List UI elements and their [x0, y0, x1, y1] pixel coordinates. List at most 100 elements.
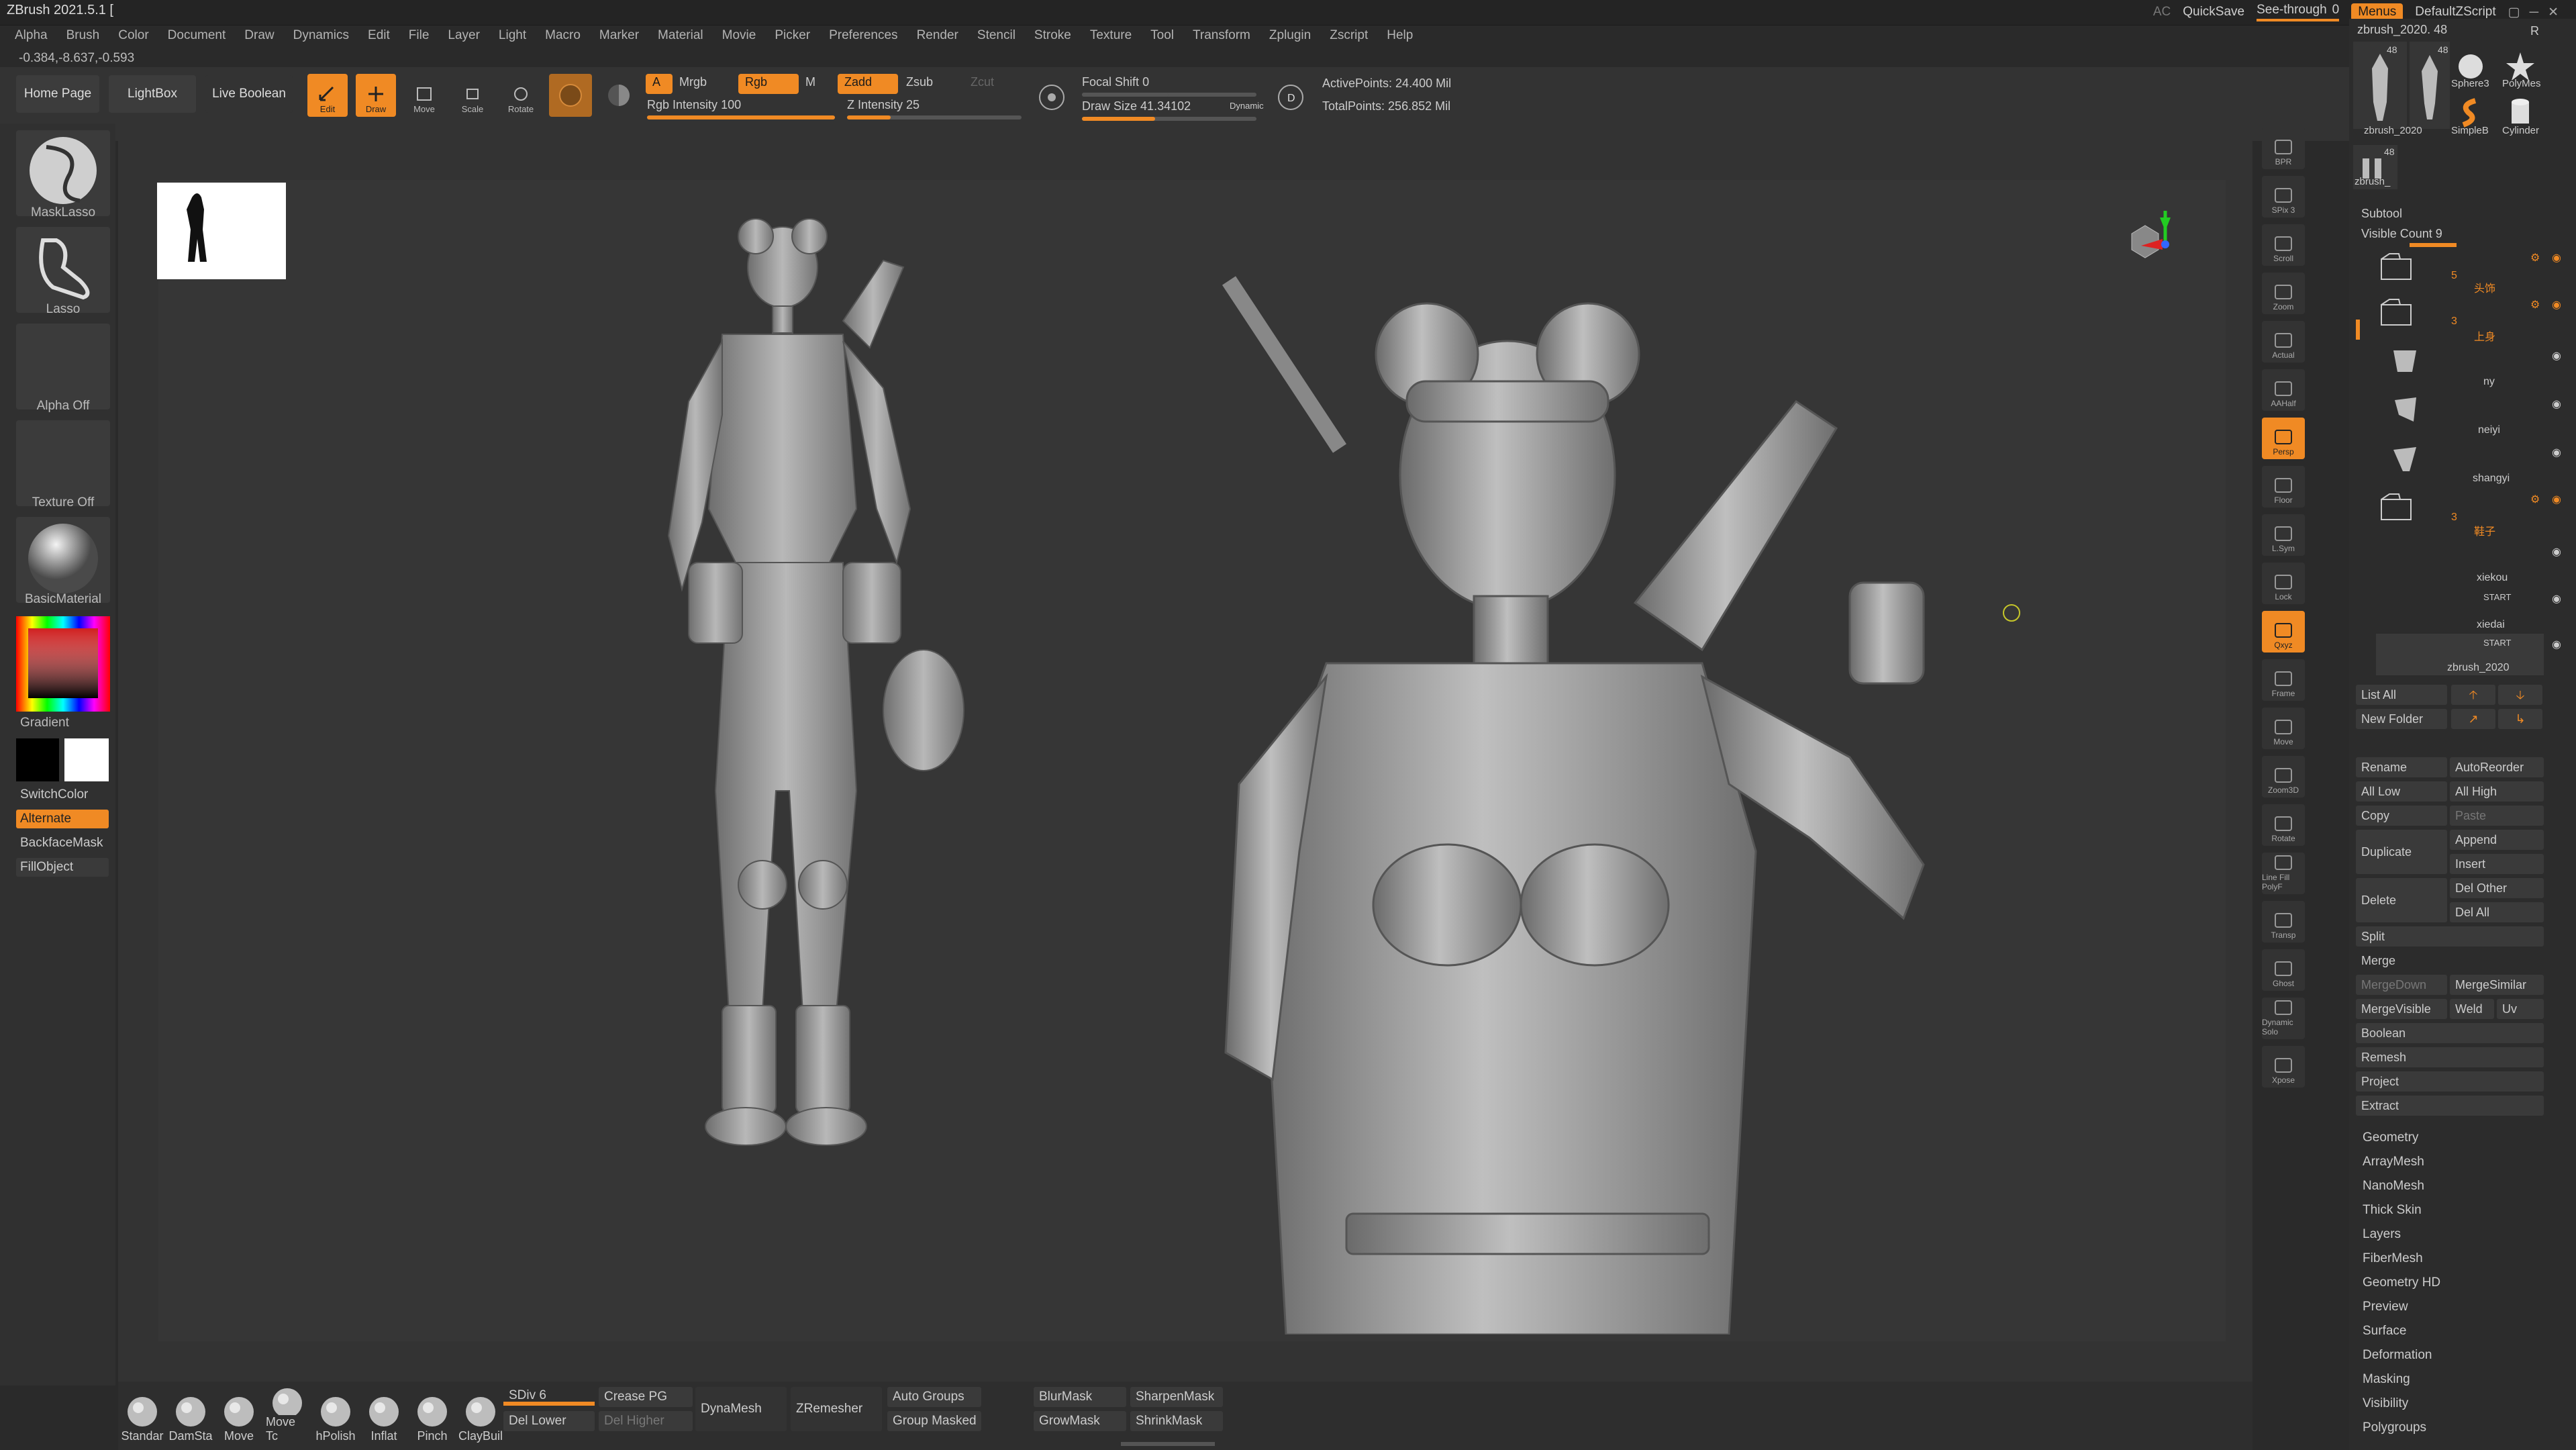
default-zscript-button[interactable]: DefaultZScript [2415, 5, 2495, 19]
navigator-thumbnail[interactable] [157, 183, 286, 279]
mergesimilar-button[interactable]: MergeSimilar [2450, 975, 2544, 995]
brush-hpolish[interactable]: hPolish [314, 1386, 357, 1443]
brush-standar[interactable]: Standar [121, 1386, 164, 1443]
auto-groups-button[interactable]: Auto Groups [887, 1387, 981, 1407]
move-down-button[interactable]: 🡣 [2498, 685, 2542, 705]
move-mode-button[interactable]: Move [404, 74, 444, 117]
view-tool-actual[interactable]: Actual [2262, 321, 2305, 362]
rgb-intensity-slider[interactable]: Rgb Intensity 100 [647, 98, 741, 112]
draw-size-slider[interactable]: Draw Size 41.34102 [1082, 99, 1191, 113]
eye-icon[interactable]: ◉ [2552, 251, 2561, 264]
z-intensity-track[interactable] [847, 115, 1022, 119]
delete-button[interactable]: Delete [2356, 878, 2447, 922]
menu-edit[interactable]: Edit [368, 28, 390, 46]
dynamesh-button[interactable]: DynaMesh [695, 1387, 787, 1431]
secondary-material-button[interactable] [599, 74, 639, 117]
autoreorder-button[interactable]: AutoReorder [2450, 757, 2544, 777]
focal-shift-track[interactable] [1082, 93, 1256, 97]
masklasso-brush-slot[interactable] [16, 130, 110, 216]
del-lower-button[interactable]: Del Lower [503, 1411, 595, 1431]
eye-icon[interactable]: ◉ [2552, 638, 2561, 651]
subtool-item-xiedai[interactable]: START xiedai ◉ [2376, 588, 2561, 630]
dynamic-toggle[interactable]: Dynamic [1230, 101, 1264, 111]
edit-mode-button[interactable]: Edit [307, 74, 348, 117]
tool-r-button[interactable]: R [2530, 24, 2539, 38]
move-out-folder-button[interactable]: ↳ [2498, 709, 2542, 729]
view-tool-move[interactable]: Move [2262, 708, 2305, 749]
brush-inflat[interactable]: Inflat [362, 1386, 405, 1443]
orientation-gizmo[interactable] [2105, 180, 2185, 274]
draw-size-track[interactable] [1082, 117, 1256, 121]
blurmask-button[interactable]: BlurMask [1034, 1387, 1126, 1407]
move-to-folder-button[interactable]: ↗ [2451, 709, 2495, 729]
list-all-button[interactable]: List All [2356, 685, 2447, 705]
tool-menu-fibermesh[interactable]: FiberMesh [2363, 1251, 2423, 1266]
zadd-toggle[interactable]: Zadd [838, 74, 898, 94]
uv-toggle[interactable]: Uv [2497, 999, 2544, 1019]
menu-render[interactable]: Render [917, 28, 958, 46]
subtool-item-neiyi[interactable]: neiyi ◉ [2376, 393, 2561, 436]
menu-picker[interactable]: Picker [775, 28, 810, 46]
subtool-item-shangyi[interactable]: shangyi ◉ [2376, 442, 2561, 484]
menu-alpha[interactable]: Alpha [15, 28, 48, 46]
weld-toggle[interactable]: Weld [2450, 999, 2494, 1019]
brush-claybuil[interactable]: ClayBuil [458, 1386, 503, 1443]
material-color-button[interactable] [549, 74, 592, 117]
menu-file[interactable]: File [409, 28, 430, 46]
brush-move[interactable]: Move [217, 1386, 260, 1443]
view-tool-zoom[interactable]: Zoom [2262, 273, 2305, 314]
crease-pg-button[interactable]: Crease PG [599, 1387, 693, 1407]
zsub-toggle[interactable]: Zsub [906, 75, 933, 89]
tool-menu-deformation[interactable]: Deformation [2363, 1348, 2432, 1363]
gear-icon[interactable]: ⚙ [2530, 298, 2540, 311]
draw-size-dynamic-icon[interactable]: D [1274, 81, 1307, 114]
closeup-sculpt[interactable] [1125, 180, 2038, 1335]
view-tool-transp[interactable]: Transp [2262, 901, 2305, 942]
view-tool-persp[interactable]: Persp [2262, 418, 2305, 459]
menu-layer[interactable]: Layer [448, 28, 480, 46]
view-tool-zoom3d[interactable]: Zoom3D [2262, 756, 2305, 798]
duplicate-button[interactable]: Duplicate [2356, 830, 2447, 874]
boolean-menu[interactable]: Boolean [2356, 1023, 2544, 1043]
view-tool-rotate[interactable]: Rotate [2262, 804, 2305, 846]
tool-menu-thick-skin[interactable]: Thick Skin [2363, 1203, 2422, 1218]
rgb-toggle[interactable]: Rgb [738, 74, 799, 94]
subtool-item-zbrush[interactable]: START zbrush_2020 ◉ [2376, 634, 2561, 675]
eye-icon[interactable]: ◉ [2552, 493, 2561, 506]
zcut-toggle[interactable]: Zcut [971, 75, 994, 89]
eye-icon[interactable]: ◉ [2552, 349, 2561, 362]
split-menu[interactable]: Split [2356, 926, 2544, 947]
color-picker[interactable] [16, 616, 110, 712]
fillobject-button[interactable]: FillObject [16, 858, 109, 877]
sharpenmask-button[interactable]: SharpenMask [1130, 1387, 1223, 1407]
append-button[interactable]: Append [2450, 830, 2544, 850]
document-canvas[interactable] [118, 126, 2252, 1382]
new-folder-button[interactable]: New Folder [2356, 709, 2447, 729]
rename-button[interactable]: Rename [2356, 757, 2447, 777]
scale-mode-button[interactable]: Scale [452, 74, 493, 117]
tool-menu-geometry-hd[interactable]: Geometry HD [2363, 1275, 2440, 1290]
view-tool-bpr[interactable]: BPR [2262, 128, 2305, 169]
tool-menu-preview[interactable]: Preview [2363, 1300, 2408, 1314]
mergevisible-button[interactable]: MergeVisible [2356, 999, 2447, 1019]
tool-menu-arraymesh[interactable]: ArrayMesh [2363, 1155, 2424, 1169]
menu-stencil[interactable]: Stencil [977, 28, 1015, 46]
copy-button[interactable]: Copy [2356, 806, 2447, 826]
menu-material[interactable]: Material [658, 28, 703, 46]
eye-icon[interactable]: ◉ [2552, 446, 2561, 459]
group-masked-button[interactable]: Group Masked [887, 1411, 981, 1431]
view-tool-scroll[interactable]: Scroll [2262, 224, 2305, 266]
focal-shift-icon[interactable] [1035, 81, 1069, 114]
menu-light[interactable]: Light [499, 28, 526, 46]
m-toggle[interactable]: M [805, 75, 815, 89]
menu-color[interactable]: Color [118, 28, 148, 46]
gear-icon[interactable]: ⚙ [2530, 493, 2540, 506]
view-tool-dynamic-solo[interactable]: Dynamic Solo [2262, 998, 2305, 1039]
menu-tool[interactable]: Tool [1150, 28, 1174, 46]
backfacemask-toggle[interactable]: BackfaceMask [16, 834, 109, 853]
full-body-sculpt[interactable] [507, 187, 1111, 1328]
all-high-button[interactable]: All High [2450, 781, 2544, 802]
growmask-button[interactable]: GrowMask [1034, 1411, 1126, 1431]
remesh-menu[interactable]: Remesh [2356, 1047, 2544, 1067]
tool-menu-polygroups[interactable]: Polygroups [2363, 1420, 2426, 1435]
